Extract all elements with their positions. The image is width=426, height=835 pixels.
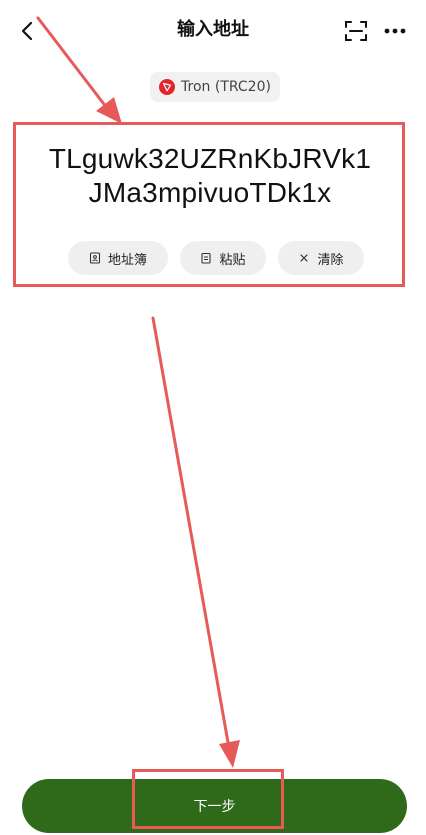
- clear-button[interactable]: 清除: [278, 241, 364, 275]
- more-horizontal-icon: [384, 28, 406, 34]
- tron-logo-icon: [159, 79, 176, 95]
- back-button[interactable]: [14, 17, 42, 45]
- annotation-arrows: [36, 16, 240, 768]
- address-book-button[interactable]: 地址簿: [68, 241, 168, 275]
- address-line-2: JMa3mpivuoTDk1x: [88, 177, 332, 208]
- more-button[interactable]: [378, 17, 412, 45]
- address-text[interactable]: TLguwk32UZRnKbJRVk1 JMa3mpivuoTDk1x: [20, 142, 400, 210]
- scan-button[interactable]: [342, 17, 370, 45]
- clear-label: 清除: [317, 252, 344, 268]
- address-line-1: TLguwk32UZRnKbJRVk1: [48, 143, 372, 174]
- next-button[interactable]: 下一步: [22, 779, 407, 833]
- scan-icon: [345, 21, 367, 41]
- paste-label: 粘贴: [219, 252, 246, 268]
- address-book-label: 地址簿: [107, 252, 147, 268]
- address-book-icon: [89, 252, 101, 264]
- arrow-to-next: [151, 316, 240, 768]
- close-icon: [300, 254, 309, 262]
- network-badge[interactable]: Tron (TRC20): [150, 72, 280, 102]
- top-bar: 输入地址: [0, 0, 426, 62]
- next-button-label: 下一步: [193, 799, 236, 815]
- paste-icon: [201, 252, 212, 264]
- network-label: Tron (TRC20): [181, 79, 271, 95]
- paste-button[interactable]: 粘贴: [180, 241, 266, 275]
- chevron-left-icon: [21, 21, 33, 41]
